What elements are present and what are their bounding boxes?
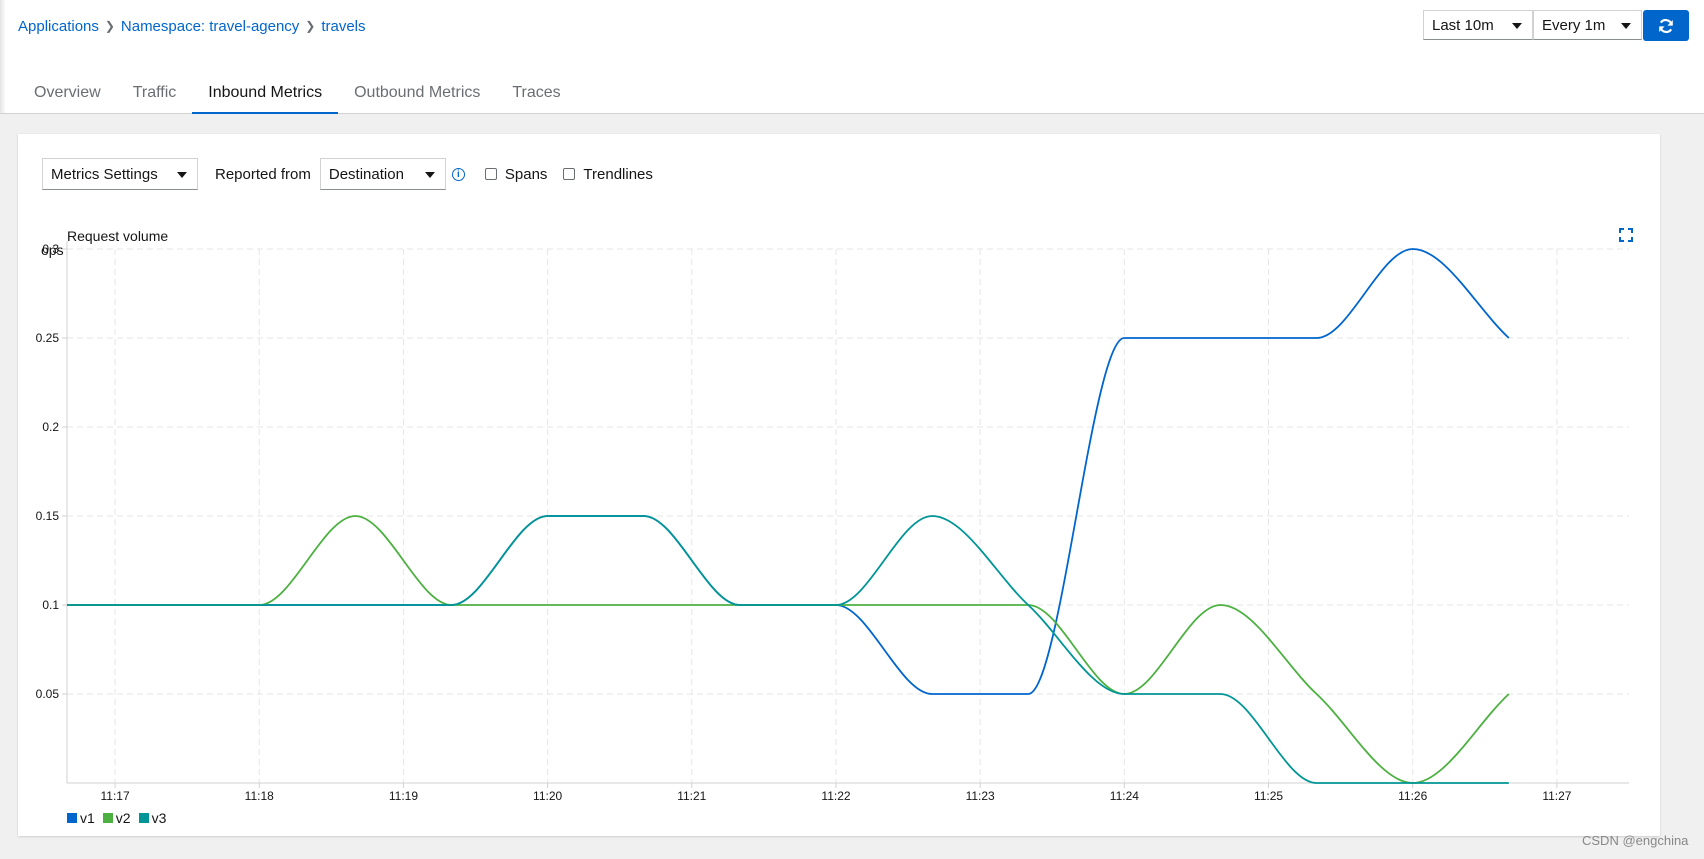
legend-label: v3 [151,810,167,826]
y-tick-label: 0.15 [36,509,60,523]
x-tick-label: 11:17 [100,789,129,803]
legend-item-v1[interactable]: v1 [67,810,95,826]
breadcrumb-namespace[interactable]: Namespace: travel-agency [121,18,299,35]
legend-label: v1 [80,810,95,826]
series-line-v1 [67,248,1510,695]
x-tick-label: 11:25 [1254,789,1283,803]
legend-item-v2[interactable]: v2 [102,810,131,826]
legend-label: v2 [115,810,131,826]
legend-swatch [138,813,149,823]
time-controls: Last 10m Every 1m [1423,10,1689,41]
refresh-button[interactable] [1643,10,1689,41]
series-line-v2 [67,515,1510,784]
y-tick-label: 0.25 [36,331,60,345]
breadcrumb-travels[interactable]: travels [321,18,365,35]
chevron-right-icon: ❯ [104,19,115,33]
watermark: CSDN @engchina [1582,833,1689,848]
request-volume-chart: 11:17 11:18 11:19 11:20 11:21 11:22 11:23 11:24… [36,241,1629,803]
duration-value: Last 10m [1432,16,1494,34]
tab-bar: Overview Traffic Inbound Metrics Outboun… [0,72,1704,115]
x-tick-label: 11:22 [821,789,850,803]
x-tick-label: 11:26 [1398,789,1427,803]
legend-swatch [67,813,77,823]
chart-tick-labels: 11:17 11:18 11:19 11:20 11:21 11:22 11:23 11:24… [36,242,1572,803]
chevron-right-icon: ❯ [305,19,316,33]
tab-overview[interactable]: Overview [18,72,117,114]
tab-inbound-metrics[interactable]: Inbound Metrics [192,72,338,115]
tab-label: Traffic [132,84,177,101]
tab-label: Inbound Metrics [208,84,323,101]
y-tick-label: 0.2 [42,420,59,434]
x-tick-label: 11:21 [677,789,706,803]
breadcrumb: Applications ❯ Namespace: travel-agency … [18,15,366,37]
x-tick-label: 11:19 [389,789,418,803]
tab-label: Traces [512,84,561,101]
legend-swatch [102,813,113,823]
series-line-v3 [67,515,1509,784]
metrics-card: Metrics Settings Reported from Destinati… [18,134,1660,836]
x-tick-label: 11:20 [533,789,562,803]
caret-down-icon [1621,23,1631,29]
y-tick-label: 0.1 [42,598,59,612]
sync-icon [1659,18,1673,33]
chart-axes [62,241,1629,788]
breadcrumb-applications[interactable]: Applications [18,18,99,35]
caret-down-icon [1512,23,1522,29]
tab-outbound-metrics[interactable]: Outbound Metrics [338,72,496,114]
y-tick-label: 0.3 [42,242,59,256]
tab-traffic[interactable]: Traffic [117,72,193,114]
x-tick-label: 11:24 [1110,789,1139,803]
refresh-interval-select[interactable]: Every 1m [1533,10,1642,40]
refresh-interval-value: Every 1m [1542,16,1606,34]
tab-label: Outbound Metrics [354,84,481,101]
x-tick-label: 11:18 [245,789,274,803]
x-tick-label: 11:27 [1542,789,1571,803]
duration-select[interactable]: Last 10m [1423,10,1533,40]
y-tick-label: 0.05 [36,687,60,701]
x-tick-label: 11:23 [966,789,995,803]
legend-item-v3[interactable]: v3 [138,810,167,826]
chart-legend: v1 v2 v3 [67,810,174,826]
chart-grid [67,248,1629,783]
tab-traces[interactable]: Traces [496,72,576,114]
tab-label: Overview [34,84,101,101]
